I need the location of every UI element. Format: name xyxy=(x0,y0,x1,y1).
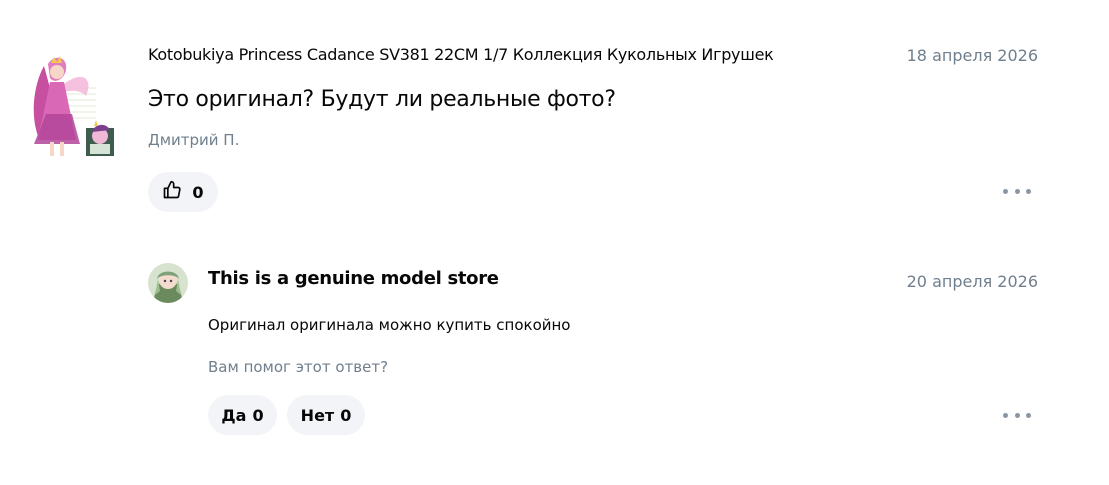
seller-avatar xyxy=(148,263,188,303)
seller-name[interactable]: This is a genuine model store xyxy=(208,268,499,289)
like-count: 0 xyxy=(192,182,204,202)
answer-date: 20 апреля 2026 xyxy=(906,272,1038,291)
yes-count: 0 xyxy=(252,405,264,425)
helpful-prompt: Вам помог этот ответ? xyxy=(208,358,389,376)
question-date: 18 апреля 2026 xyxy=(906,46,1038,65)
like-button[interactable]: 0 xyxy=(148,172,218,212)
thumbs-up-icon xyxy=(162,180,182,204)
answer-more-button[interactable] xyxy=(1003,405,1031,425)
product-thumbnail[interactable] xyxy=(24,44,116,162)
question-text: Это оригинал? Будут ли реальные фото? xyxy=(148,87,616,112)
more-dots-icon xyxy=(1003,188,1008,194)
more-dots-icon xyxy=(1003,412,1008,418)
no-count: 0 xyxy=(340,405,352,425)
product-name[interactable]: Kotobukiya Princess Cadance SV381 22CM 1… xyxy=(148,45,774,64)
answer-text: Оригинал оригинала можно купить спокойно xyxy=(208,316,571,334)
product-figure-image xyxy=(33,56,114,156)
helpful-yes-button[interactable]: Да 0 xyxy=(208,395,277,435)
question-more-button[interactable] xyxy=(1003,181,1031,201)
yes-label: Да xyxy=(221,405,247,425)
no-label: Нет xyxy=(300,405,335,425)
helpful-no-button[interactable]: Нет 0 xyxy=(287,395,365,435)
question-author: Дмитрий П. xyxy=(148,131,240,149)
